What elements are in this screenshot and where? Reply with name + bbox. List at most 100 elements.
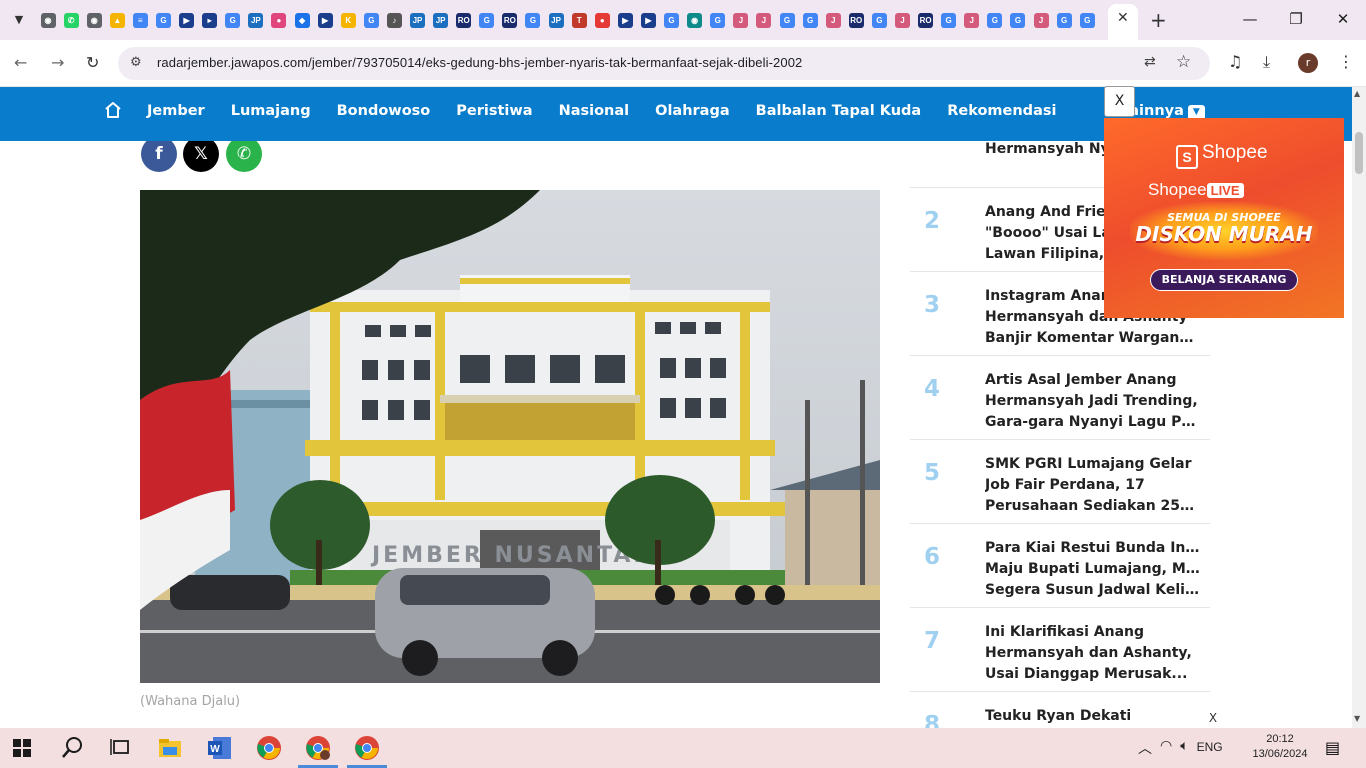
- omnibox[interactable]: ⚙ radarjember.jawapos.com/jember/7937050…: [118, 47, 1210, 80]
- jdx-tab-icon[interactable]: J: [962, 10, 982, 30]
- drive-tab-icon[interactable]: ▲: [107, 10, 127, 30]
- nav-link-balbalan-tapal-kuda[interactable]: Balbalan Tapal Kuda: [756, 103, 922, 119]
- globe-tab-icon[interactable]: ◉: [685, 10, 705, 30]
- google-tab-icon[interactable]: G: [1077, 10, 1097, 30]
- globe-tab-icon[interactable]: ◉: [84, 10, 104, 30]
- shopee-ad-banner[interactable]: S Shopee Shopee LIVE SEMUA DI SHOPEE DISKO…: [1104, 118, 1344, 318]
- site-settings-icon[interactable]: ⚙: [130, 55, 142, 70]
- popular-item[interactable]: 7 Ini Klarifikasi Anang Hermansyah dan Ash…: [910, 608, 1210, 692]
- ro-tab-icon[interactable]: RO: [916, 10, 936, 30]
- search-icon[interactable]: [60, 735, 86, 761]
- t-tab-icon[interactable]: T: [569, 10, 589, 30]
- reload-icon[interactable]: ↻: [86, 53, 99, 72]
- google-tab-icon[interactable]: G: [777, 10, 797, 30]
- whatsapp-share-button[interactable]: ✆: [226, 141, 262, 172]
- popular-title[interactable]: Artis Asal Jember Anang Hermansyah Jadi T…: [985, 370, 1200, 433]
- browser-menu-icon[interactable]: ⋮: [1338, 52, 1354, 71]
- language-indicator[interactable]: ENG: [1197, 738, 1223, 758]
- nav-link-rekomendasi[interactable]: Rekomendasi: [947, 103, 1056, 119]
- chrome-icon[interactable]: [256, 735, 282, 761]
- translate-icon[interactable]: ⇄: [1144, 54, 1156, 70]
- flag-tab-icon[interactable]: ▶: [315, 10, 335, 30]
- coin-tab-icon[interactable]: K: [338, 10, 358, 30]
- notification-icon[interactable]: ▤: [1325, 738, 1340, 757]
- red-circle-tab-icon[interactable]: ●: [592, 10, 612, 30]
- whatsapp-tab-icon[interactable]: ✆: [61, 10, 81, 30]
- ad-close-button[interactable]: X: [1104, 86, 1135, 117]
- google-tab-icon[interactable]: G: [662, 10, 682, 30]
- ro-tab-icon[interactable]: RO: [500, 10, 520, 30]
- facebook-share-button[interactable]: f: [141, 141, 177, 172]
- jp-tab-icon[interactable]: JP: [408, 10, 428, 30]
- download-icon[interactable]: ⤓: [1263, 52, 1270, 72]
- jdx-tab-icon[interactable]: J: [1031, 10, 1051, 30]
- nav-link-jember[interactable]: Jember: [147, 103, 205, 119]
- restore-icon[interactable]: ❐: [1286, 10, 1306, 28]
- ro-tab-icon[interactable]: RO: [454, 10, 474, 30]
- chrome-profile-icon[interactable]: [305, 735, 331, 761]
- popular-item[interactable]: 4 Artis Asal Jember Anang Hermansyah Jadi …: [910, 356, 1210, 440]
- google-tab-icon[interactable]: G: [939, 10, 959, 30]
- wifi-icon[interactable]: ◠: [1160, 738, 1172, 758]
- google-tab-icon[interactable]: G: [153, 10, 173, 30]
- google-tab-icon[interactable]: G: [477, 10, 497, 30]
- flag-tab-icon[interactable]: ▶: [177, 10, 197, 30]
- minimize-icon[interactable]: —: [1240, 10, 1260, 28]
- profile-avatar[interactable]: r: [1298, 53, 1318, 73]
- pin-tab-icon[interactable]: ◆: [292, 10, 312, 30]
- flag-tab-icon[interactable]: ▶: [615, 10, 635, 30]
- google-tab-icon[interactable]: G: [361, 10, 381, 30]
- popular-item[interactable]: 5 SMK PGRI Lumajang Gelar Job Fair Perdana…: [910, 440, 1210, 524]
- forward-icon[interactable]: →: [51, 53, 64, 72]
- nav-link-peristiwa[interactable]: Peristiwa: [456, 103, 532, 119]
- scroll-down-icon[interactable]: ▼: [1354, 714, 1360, 723]
- g-tab-icon[interactable]: ◉: [38, 10, 58, 30]
- task-view-icon[interactable]: [108, 735, 134, 761]
- flag-tab-icon[interactable]: ▶: [638, 10, 658, 30]
- x-share-button[interactable]: 𝕏: [183, 141, 219, 172]
- windows-start-icon[interactable]: [12, 738, 32, 758]
- jdx-tab-icon[interactable]: J: [823, 10, 843, 30]
- google-tab-icon[interactable]: G: [800, 10, 820, 30]
- popular-item[interactable]: 8 Teuku Ryan Dekati: [910, 692, 1210, 728]
- google-tab-icon[interactable]: G: [1008, 10, 1028, 30]
- file-explorer-icon[interactable]: [157, 735, 183, 761]
- tab-search-chevron-icon[interactable]: ▼: [8, 9, 30, 31]
- ro-tab-icon[interactable]: RO: [846, 10, 866, 30]
- ad-cta-button[interactable]: BELANJA SEKARANG: [1150, 269, 1298, 291]
- popular-title[interactable]: Teuku Ryan Dekati: [985, 706, 1200, 728]
- bottom-ad-close-button[interactable]: X: [1203, 708, 1223, 728]
- media-control-icon[interactable]: ♫: [1228, 52, 1242, 71]
- popular-title[interactable]: Ini Klarifikasi Anang Hermansyah dan Asha…: [985, 622, 1200, 685]
- home-icon[interactable]: [104, 101, 122, 119]
- clock[interactable]: 20:12 13/06/2024: [1252, 732, 1308, 762]
- nav-link-nasional[interactable]: Nasional: [559, 103, 630, 119]
- volume-icon[interactable]: 🔈︎: [1180, 738, 1188, 758]
- forms-tab-icon[interactable]: ≡: [130, 10, 150, 30]
- google-tab-icon[interactable]: G: [985, 10, 1005, 30]
- bookmark-star-icon[interactable]: ☆: [1176, 52, 1191, 72]
- speaker-tab-icon[interactable]: ♪: [384, 10, 404, 30]
- back-icon[interactable]: ←: [14, 53, 27, 72]
- popular-title[interactable]: Para Kiai Restui Bunda Indah Maju Bupati …: [985, 538, 1200, 601]
- chevron-up-icon[interactable]: ︿: [1138, 738, 1152, 758]
- chrome-icon[interactable]: [354, 735, 380, 761]
- jdx-tab-icon[interactable]: J: [892, 10, 912, 30]
- popular-item[interactable]: 6 Para Kiai Restui Bunda Indah Maju Bupati…: [910, 524, 1210, 608]
- url-text[interactable]: radarjember.jawapos.com/jember/793705014…: [157, 55, 802, 70]
- circle-tab-icon[interactable]: ●: [269, 10, 289, 30]
- google-tab-icon[interactable]: G: [223, 10, 243, 30]
- google-tab-icon[interactable]: G: [708, 10, 728, 30]
- nav-link-bondowoso[interactable]: Bondowoso: [337, 103, 431, 119]
- nav-link-olahraga[interactable]: Olahraga: [655, 103, 730, 119]
- google-tab-icon[interactable]: G: [1054, 10, 1074, 30]
- new-tab-button[interactable]: +: [1150, 8, 1167, 32]
- word-icon[interactable]: W: [207, 735, 233, 761]
- jdx-tab-icon[interactable]: J: [731, 10, 751, 30]
- nav-link-lumajang[interactable]: Lumajang: [231, 103, 311, 119]
- scroll-thumb[interactable]: [1355, 132, 1363, 174]
- close-window-icon[interactable]: ✕: [1333, 10, 1353, 28]
- popular-title[interactable]: SMK PGRI Lumajang Gelar Job Fair Perdana,…: [985, 454, 1200, 517]
- jp-tab-icon[interactable]: JP: [546, 10, 566, 30]
- jp-tab-icon[interactable]: JP: [431, 10, 451, 30]
